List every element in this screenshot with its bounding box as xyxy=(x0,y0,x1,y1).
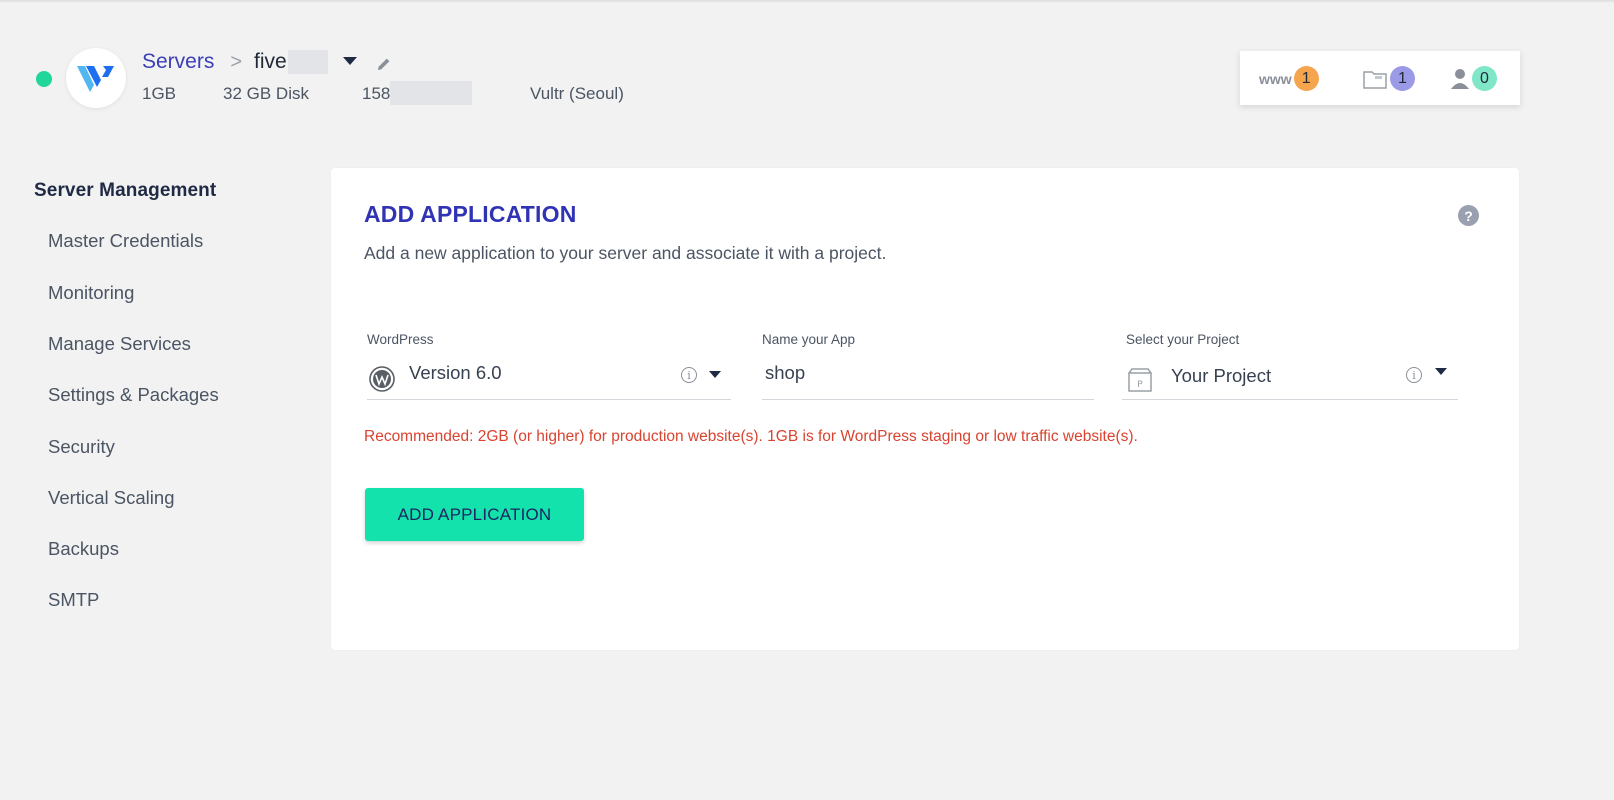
app-name-label: Name your App xyxy=(762,332,856,347)
top-shadow-line xyxy=(0,0,1614,3)
server-disk: 32 GB Disk xyxy=(223,84,309,103)
add-application-button[interactable]: ADD APPLICATION xyxy=(365,488,584,541)
breadcrumb: Servers > five xyxy=(142,50,328,74)
sidebar-item-master-credentials[interactable]: Master Credentials xyxy=(48,230,203,252)
application-version-select[interactable]: Version 6.0 i xyxy=(367,354,731,400)
add-application-card: ADD APPLICATION Add a new application to… xyxy=(331,168,1519,650)
wordpress-icon xyxy=(369,366,395,392)
application-type-label: WordPress xyxy=(367,332,434,347)
breadcrumb-separator: > xyxy=(230,50,243,73)
sidebar-item-monitoring[interactable]: Monitoring xyxy=(48,282,134,304)
user-icon xyxy=(1451,68,1469,89)
help-icon[interactable]: ? xyxy=(1458,205,1479,226)
stat-applications[interactable]: www 1 xyxy=(1259,66,1319,91)
vultr-logo-icon xyxy=(77,66,114,92)
server-provider: Vultr (Seoul) xyxy=(530,84,624,103)
page-subtitle: Add a new application to your server and… xyxy=(364,243,887,263)
sidebar-item-smtp[interactable]: SMTP xyxy=(48,589,99,611)
edit-server-name-icon[interactable] xyxy=(376,56,392,77)
project-label: Select your Project xyxy=(1126,332,1240,347)
redacted-server-name xyxy=(287,50,328,74)
info-icon[interactable]: i xyxy=(681,367,697,383)
sidebar-item-backups[interactable]: Backups xyxy=(48,538,119,560)
app-name-input[interactable]: shop xyxy=(762,354,1094,400)
project-value: Your Project xyxy=(1171,365,1272,386)
info-icon[interactable]: i xyxy=(1406,367,1422,383)
stat-team-members[interactable]: 0 xyxy=(1450,66,1497,91)
server-switch-dropdown-icon[interactable] xyxy=(343,57,357,65)
page-title: ADD APPLICATION xyxy=(364,201,577,227)
server-stats-card: www 1 1 0 xyxy=(1240,51,1520,105)
application-version-value: Version 6.0 xyxy=(409,362,502,383)
app-name-value: shop xyxy=(765,362,806,383)
folder-icon xyxy=(1363,70,1387,89)
server-ip-prefix: 158 xyxy=(362,84,391,103)
project-select[interactable]: P Your Project i xyxy=(1122,354,1458,400)
team-members-count-badge: 0 xyxy=(1472,66,1497,91)
sidebar-title: Server Management xyxy=(34,180,217,201)
sidebar-item-vertical-scaling[interactable]: Vertical Scaling xyxy=(48,487,174,509)
sidebar-item-settings-packages[interactable]: Settings & Packages xyxy=(48,384,219,406)
server-name[interactable]: five xyxy=(254,50,287,74)
breadcrumb-servers-link[interactable]: Servers xyxy=(142,50,214,74)
svg-text:P: P xyxy=(1137,380,1143,390)
server-ip: 1585 xyxy=(362,81,473,105)
chevron-down-icon[interactable] xyxy=(1435,368,1447,375)
stat-projects[interactable]: 1 xyxy=(1362,66,1415,91)
sidebar-item-security[interactable]: Security xyxy=(48,436,115,458)
applications-count-badge: 1 xyxy=(1293,66,1319,91)
www-icon: www xyxy=(1259,70,1292,87)
chevron-down-icon[interactable] xyxy=(709,371,721,378)
redacted-ip xyxy=(390,81,473,105)
project-icon: P xyxy=(1128,368,1152,392)
sidebar-item-manage-services[interactable]: Manage Services xyxy=(48,333,191,355)
server-ram: 1GB xyxy=(142,84,177,103)
vultr-logo xyxy=(66,48,126,108)
server-status-indicator xyxy=(36,71,52,87)
projects-count-badge: 1 xyxy=(1390,66,1415,91)
ram-recommendation-warning: Recommended: 2GB (or higher) for product… xyxy=(364,428,1138,445)
